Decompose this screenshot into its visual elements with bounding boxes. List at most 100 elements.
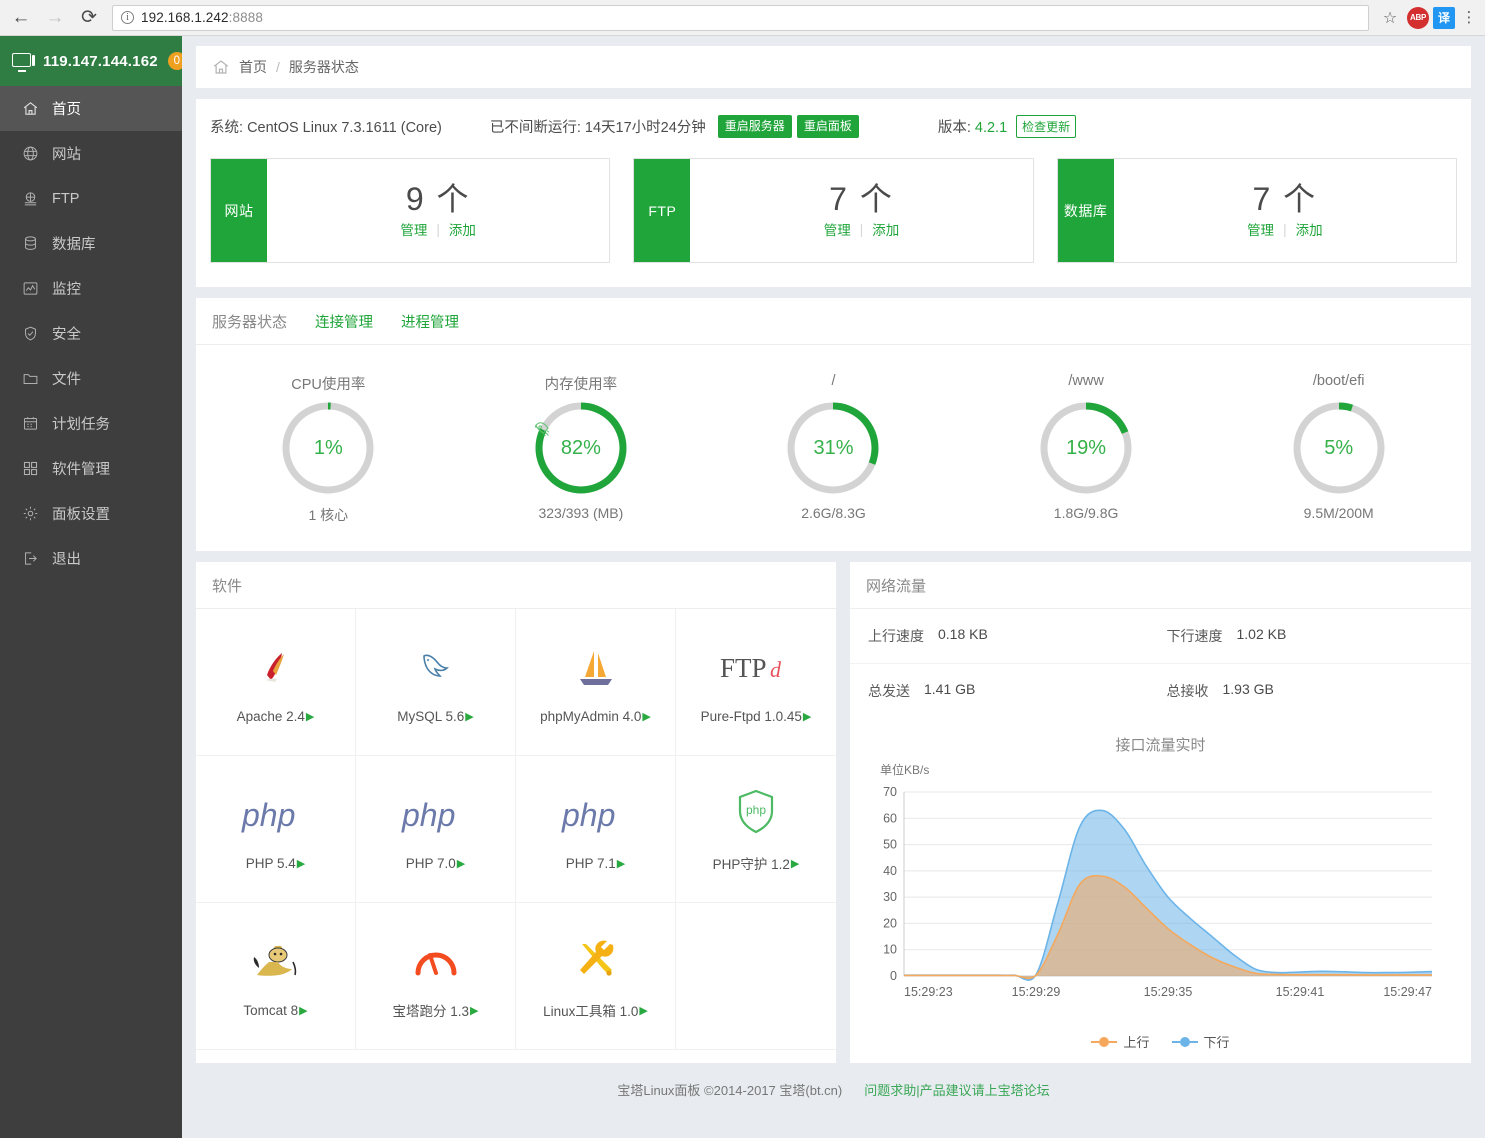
connection-manage-link[interactable]: 连接管理 — [315, 311, 373, 332]
svg-text:40: 40 — [883, 864, 897, 878]
process-manage-link[interactable]: 进程管理 — [401, 311, 459, 332]
svg-text:0: 0 — [890, 969, 897, 983]
software-item-php54[interactable]: php PHP 5.4 ▶ — [196, 756, 356, 903]
manage-link[interactable]: 管理 — [400, 219, 427, 239]
software-name: PHP 5.4 — [245, 855, 296, 871]
sidebar-item-security[interactable]: 安全 — [0, 311, 182, 356]
sidebar-item-label: 退出 — [52, 552, 81, 568]
software-label: phpMyAdmin 4.0 ▶ — [540, 709, 651, 724]
tomcat-cat-icon — [249, 935, 303, 989]
legend-label: 上行 — [1123, 1035, 1150, 1050]
software-item-benchmark[interactable]: 宝塔跑分 1.3 ▶ — [356, 903, 516, 1050]
sidebar-item-ftp[interactable]: FTP — [0, 176, 182, 221]
sidebar-item-monitor[interactable]: 监控 — [0, 266, 182, 311]
gauge-value: 82% — [560, 436, 601, 459]
stat-card-database: 数据库 7 个 管理 | 添加 — [1056, 158, 1457, 263]
sidebar-item-cron[interactable]: 计划任务 — [0, 401, 182, 446]
network-speed-row: 上行速度 0.18 KB 下行速度 1.02 KB — [850, 609, 1471, 664]
bookmark-star-icon[interactable]: ☆ — [1377, 8, 1403, 28]
sidebar-item-website[interactable]: 网站 — [0, 131, 182, 176]
software-name: PHP守护 1.2 — [712, 857, 790, 872]
bottom-section: 软件 Apache 2.4 ▶ MySQL 5.6 ▶ phpMyAdmin 4… — [196, 562, 1471, 1063]
software-item-php-guard[interactable]: php PHP守护 1.2 ▶ — [676, 756, 836, 903]
traffic-chart: 0 10 20 30 40 50 60 70 15:29:23 15:29:29 15:29:35 1… — [850, 778, 1471, 1023]
legend-label: 下行 — [1203, 1035, 1230, 1050]
logout-icon — [22, 550, 39, 567]
breadcrumb-home-link[interactable]: 首页 — [239, 57, 267, 77]
sidebar-item-database[interactable]: 数据库 — [0, 221, 182, 266]
legend-item-download[interactable]: 下行 — [1171, 1032, 1230, 1051]
grid-icon — [22, 460, 39, 477]
card-body: 7 个 管理 | 添加 — [1114, 159, 1456, 262]
software-item-pureftpd[interactable]: FTP d Pure-Ftpd 1.0.45 ▶ — [676, 609, 836, 756]
reload-icon[interactable]: ⟳ — [74, 3, 104, 33]
adblock-plus-icon[interactable]: ABP — [1407, 6, 1429, 29]
gauge-ring: 1% — [280, 400, 376, 496]
site-info-icon[interactable]: i — [121, 11, 134, 24]
gauge-value: 1% — [313, 436, 343, 459]
software-label: Apache 2.4 ▶ — [237, 709, 315, 724]
total-sent: 总发送 1.41 GB — [868, 681, 1161, 701]
footer-forum-link[interactable]: 问题求助|产品建议请上宝塔论坛 — [864, 1080, 1049, 1099]
software-item-mysql[interactable]: MySQL 5.6 ▶ — [356, 609, 516, 756]
gauge-ring: 19% — [1038, 400, 1134, 496]
upload-speed: 上行速度 0.18 KB — [868, 626, 1161, 646]
legend-item-upload[interactable]: 上行 — [1091, 1032, 1150, 1051]
manage-link[interactable]: 管理 — [1247, 219, 1274, 239]
back-icon[interactable]: ← — [6, 3, 36, 33]
address-bar[interactable]: i 192.168.1.242:8888 — [112, 4, 1369, 31]
calendar-icon — [22, 415, 39, 432]
panel-title: 网络流量 — [866, 577, 927, 595]
sidebar-item-home[interactable]: 首页 — [0, 86, 182, 131]
browser-menu-icon[interactable]: ⋮ — [1459, 10, 1479, 25]
chart-title: 接口流量实时 — [1115, 737, 1206, 754]
sidebar-item-settings[interactable]: 面板设置 — [0, 491, 182, 536]
upload-speed-value: 0.18 KB — [938, 626, 988, 642]
software-name: PHP 7.1 — [565, 855, 616, 871]
translate-icon[interactable]: 译 — [1433, 6, 1455, 29]
sidebar-item-files[interactable]: 文件 — [0, 356, 182, 401]
card-links: 管理 | 添加 — [400, 219, 476, 239]
download-speed: 下行速度 1.02 KB — [1161, 626, 1454, 646]
software-item-apache[interactable]: Apache 2.4 ▶ — [196, 609, 356, 756]
svg-text:15:29:47: 15:29:47 — [1383, 985, 1432, 999]
restart-server-button[interactable]: 重启服务器 — [717, 115, 792, 138]
software-item-php70[interactable]: php PHP 7.0 ▶ — [356, 756, 516, 903]
sidebar-item-label: FTP — [52, 190, 80, 207]
gauge-subtext: 1.8G/9.8G — [1053, 505, 1119, 521]
system-os: 系统: CentOS Linux 7.3.1611 (Core) — [210, 116, 442, 137]
sidebar-item-software[interactable]: 软件管理 — [0, 446, 182, 491]
total-sent-value: 1.41 GB — [924, 681, 976, 697]
forward-icon[interactable]: → — [40, 3, 70, 33]
software-name: Pure-Ftpd 1.0.45 — [700, 708, 802, 724]
gauge-title: / — [831, 373, 836, 389]
software-item-phpmyadmin[interactable]: phpMyAdmin 4.0 ▶ — [516, 609, 676, 756]
card-tag: 网站 — [211, 159, 267, 262]
gauge-value: 5% — [1324, 436, 1354, 459]
restart-panel-button[interactable]: 重启面板 — [796, 115, 859, 138]
svg-text:php: php — [561, 797, 615, 833]
uptime-label: 已不间断运行: — [489, 120, 581, 136]
monitor-chart-icon — [22, 280, 39, 297]
svg-text:php: php — [241, 797, 295, 833]
php-icon: php — [240, 788, 312, 842]
add-link[interactable]: 添加 — [1296, 219, 1323, 239]
manage-link[interactable]: 管理 — [824, 219, 851, 239]
link-divider: | — [1283, 221, 1287, 237]
software-item-php71[interactable]: php PHP 7.1 ▶ — [516, 756, 676, 903]
sidebar-item-logout[interactable]: 退出 — [0, 536, 182, 581]
software-header: 软件 — [196, 562, 836, 609]
home-icon — [212, 58, 230, 76]
folder-icon — [22, 370, 39, 387]
add-link[interactable]: 添加 — [449, 219, 476, 239]
software-label: PHP 7.0 ▶ — [406, 856, 466, 871]
add-link[interactable]: 添加 — [872, 219, 899, 239]
check-update-button[interactable]: 检查更新 — [1016, 115, 1077, 138]
software-item-tomcat[interactable]: Tomcat 8 ▶ — [196, 903, 356, 1050]
software-label: 宝塔跑分 1.3 ▶ — [393, 1000, 479, 1020]
software-label: PHP守护 1.2 ▶ — [713, 853, 800, 873]
globe-icon — [22, 145, 39, 162]
legend-dot — [1179, 1036, 1190, 1047]
software-item-linux-toolbox[interactable]: Linux工具箱 1.0 ▶ — [516, 903, 676, 1050]
panel-title: 服务器状态 — [212, 313, 288, 331]
